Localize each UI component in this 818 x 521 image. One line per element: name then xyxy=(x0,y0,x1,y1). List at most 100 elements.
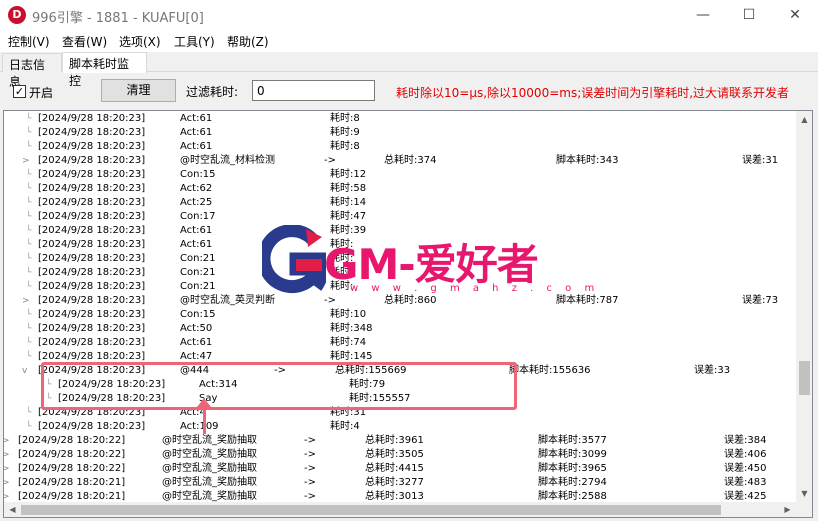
tree-guide-line: └ xyxy=(26,212,32,222)
tree-leaf[interactable]: └ [2024/9/28 18:20:23] Act:61 耗时:8 xyxy=(4,112,796,126)
tree-node[interactable]: > [2024/9/28 18:20:21] @时空乱流_奖励抽取 -> 总耗时:301… xyxy=(4,490,796,502)
tree-leaf[interactable]: └ [2024/9/28 18:20:23] Act:62 耗时:58 xyxy=(4,182,796,196)
row-total-time: 耗时:10 xyxy=(330,309,367,320)
tab-strip: 日志信息 脚本耗时监控 xyxy=(0,52,818,89)
row-name: Act:62 xyxy=(180,183,213,194)
title-bar: D 996引擎 - 1881 - KUAFU[0] — ☐ ✕ xyxy=(0,0,818,30)
row-error: 误差:31 xyxy=(742,155,779,166)
vertical-scrollbar[interactable]: ▲ ▼ xyxy=(796,111,812,502)
row-name: Act:61 xyxy=(180,113,213,124)
tree-guide-line: └ xyxy=(26,324,32,334)
maximize-button[interactable]: ☐ xyxy=(726,0,772,30)
tree-node[interactable]: > [2024/9/28 18:20:22] @时空乱流_奖励抽取 -> 总耗时:350… xyxy=(4,448,796,462)
scroll-left-icon[interactable]: ◀ xyxy=(4,502,21,517)
tree-guide-line: └ xyxy=(26,268,32,278)
row-script-time: 脚本耗时:343 xyxy=(556,155,619,166)
tree-node[interactable]: > [2024/9/28 18:20:22] @时空乱流_奖励抽取 -> 总耗时:396… xyxy=(4,434,796,448)
row-name: Act:61 xyxy=(180,225,213,236)
row-name: Con:21 xyxy=(180,267,216,278)
collapse-arrow-icon[interactable]: v xyxy=(22,364,27,378)
expand-arrow-icon[interactable]: > xyxy=(4,434,10,448)
tab-log-info[interactable]: 日志信息 xyxy=(2,53,62,89)
row-timestamp: [2024/9/28 18:20:23] xyxy=(38,141,146,152)
row-name: Act:61 xyxy=(180,127,213,138)
tree-leaf[interactable]: └ [2024/9/28 18:20:23] Act:61 耗时:74 xyxy=(4,336,796,350)
expand-arrow-icon[interactable]: > xyxy=(4,462,10,476)
expand-arrow-icon[interactable]: > xyxy=(22,154,30,168)
menu-tools[interactable]: 工具(Y) xyxy=(174,33,215,50)
row-arrow: -> xyxy=(324,155,336,166)
tree-leaf[interactable]: └ [2024/9/28 18:20:23] Con:15 耗时:10 xyxy=(4,308,796,322)
menu-view[interactable]: 查看(W) xyxy=(62,33,107,50)
tree-node[interactable]: > [2024/9/28 18:20:23] @时空乱流_材料检测 -> 总耗时:374… xyxy=(4,154,796,168)
row-name: Con:15 xyxy=(180,169,216,180)
expand-arrow-icon[interactable]: > xyxy=(4,448,10,462)
row-name: @时空乱流_奖励抽取 xyxy=(162,463,257,474)
tree-guide-line: └ xyxy=(26,226,32,236)
clear-button[interactable]: 清理 xyxy=(101,79,176,102)
row-timestamp: [2024/9/28 18:20:23] xyxy=(38,253,146,264)
row-timestamp: [2024/9/28 18:20:23] xyxy=(38,197,146,208)
tree-guide-line: └ xyxy=(26,254,32,264)
row-timestamp: [2024/9/28 18:20:23] xyxy=(38,155,146,166)
tree-leaf[interactable]: └ [2024/9/28 18:20:23] Act:109 耗时:4 xyxy=(4,420,796,434)
row-total-time: 总耗时:3961 xyxy=(365,435,424,446)
close-button[interactable]: ✕ xyxy=(772,0,818,30)
tree-guide-line: └ xyxy=(26,408,32,418)
tree-node[interactable]: > [2024/9/28 18:20:22] @时空乱流_奖励抽取 -> 总耗时:441… xyxy=(4,462,796,476)
scroll-up-icon[interactable]: ▲ xyxy=(796,111,812,128)
row-total-time: 耗时:8 xyxy=(330,141,360,152)
row-total-time: 耗时:4 xyxy=(330,421,360,432)
menu-options[interactable]: 选项(X) xyxy=(119,33,161,50)
minimize-button[interactable]: — xyxy=(680,0,726,30)
tab-script-timing[interactable]: 脚本耗时监控 xyxy=(62,52,147,88)
enable-checkbox[interactable]: ✓ xyxy=(13,85,26,98)
row-error: 误差:384 xyxy=(724,435,767,446)
expand-arrow-icon[interactable]: > xyxy=(4,490,10,502)
row-timestamp: [2024/9/28 18:20:23] xyxy=(38,225,146,236)
row-timestamp: [2024/9/28 18:20:23] xyxy=(38,211,146,222)
row-total-time: 总耗时:374 xyxy=(384,155,437,166)
tree-rows: └ [2024/9/28 18:20:23] Act:61 耗时:8 └ [2024/9/… xyxy=(4,111,796,502)
highlight-box xyxy=(41,362,517,410)
filter-time-input[interactable] xyxy=(252,80,375,101)
horizontal-scroll-thumb[interactable] xyxy=(21,505,721,515)
row-timestamp: [2024/9/28 18:20:23] xyxy=(38,309,146,320)
row-name: Con:15 xyxy=(180,309,216,320)
row-total-time: 总耗时:4415 xyxy=(365,463,424,474)
scroll-down-icon[interactable]: ▼ xyxy=(796,485,812,502)
row-error: 误差:450 xyxy=(724,463,767,474)
scroll-right-icon[interactable]: ▶ xyxy=(779,502,796,517)
row-error: 误差:425 xyxy=(724,491,767,502)
timing-tree[interactable]: └ [2024/9/28 18:20:23] Act:61 耗时:8 └ [2024/9/… xyxy=(3,110,813,518)
tree-leaf[interactable]: └ [2024/9/28 18:20:23] Con:15 耗时:12 xyxy=(4,168,796,182)
row-arrow: -> xyxy=(304,477,316,488)
row-arrow: -> xyxy=(304,463,316,474)
row-total-time: 耗时:9 xyxy=(330,127,360,138)
tree-guide-line: └ xyxy=(26,240,32,250)
row-timestamp: [2024/9/28 18:20:22] xyxy=(18,463,126,474)
tree-leaf[interactable]: └ [2024/9/28 18:20:23] Act:61 耗时:9 xyxy=(4,126,796,140)
row-name: Act:61 xyxy=(180,141,213,152)
row-timestamp: [2024/9/28 18:20:23] xyxy=(38,169,146,180)
row-name: Act:25 xyxy=(180,197,213,208)
filter-label: 过滤耗时: xyxy=(186,85,239,99)
menu-control[interactable]: 控制(V) xyxy=(8,33,50,50)
enable-label: 开启 xyxy=(29,86,54,100)
row-timestamp: [2024/9/28 18:20:21] xyxy=(18,491,126,502)
row-script-time: 脚本耗时:155636 xyxy=(509,365,591,376)
vertical-scroll-thumb[interactable] xyxy=(799,361,810,395)
tree-leaf[interactable]: └ [2024/9/28 18:20:23] Act:61 耗时:8 xyxy=(4,140,796,154)
expand-arrow-icon[interactable]: > xyxy=(4,476,10,490)
menu-help[interactable]: 帮助(Z) xyxy=(227,33,269,50)
tree-leaf[interactable]: └ [2024/9/28 18:20:23] Act:25 耗时:14 xyxy=(4,196,796,210)
row-name: Con:21 xyxy=(180,253,216,264)
row-timestamp: [2024/9/28 18:20:23] xyxy=(38,337,146,348)
horizontal-scrollbar[interactable]: ◀ ▶ xyxy=(4,502,796,517)
tree-leaf[interactable]: └ [2024/9/28 18:20:23] Act:50 耗时:348 xyxy=(4,322,796,336)
tree-node[interactable]: > [2024/9/28 18:20:21] @时空乱流_奖励抽取 -> 总耗时:327… xyxy=(4,476,796,490)
expand-arrow-icon[interactable]: > xyxy=(22,294,30,308)
tree-leaf[interactable]: └ [2024/9/28 18:20:23] Con:17 耗时:47 xyxy=(4,210,796,224)
row-name: Con:21 xyxy=(180,281,216,292)
row-error: 误差:483 xyxy=(724,477,767,488)
